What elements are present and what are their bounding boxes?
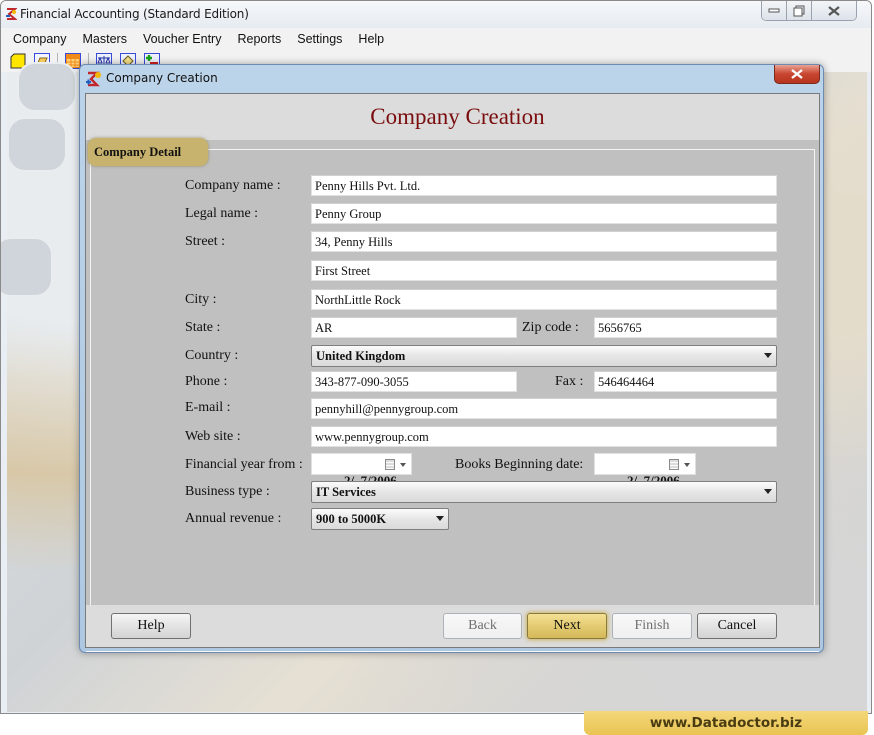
dialog-titlebar: Company Creation — [80, 65, 823, 93]
street-line1-input[interactable]: 34, Penny Hills — [311, 231, 777, 252]
business-type-label: Business type : — [185, 484, 270, 499]
street-label: Street : — [185, 234, 226, 249]
state-label: State : — [185, 320, 221, 335]
background-decoration — [1, 237, 53, 297]
fax-input[interactable]: 546464464 — [594, 371, 777, 392]
city-label: City : — [185, 292, 217, 307]
back-button[interactable]: Back — [443, 613, 522, 639]
menu-settings[interactable]: Settings — [289, 32, 350, 46]
background-decoration — [7, 117, 67, 172]
menu-voucher-entry[interactable]: Voucher Entry — [135, 32, 230, 46]
business-type-select[interactable]: IT Services — [311, 481, 777, 503]
company-detail-panel: Company Detail Company name : Penny Hill… — [86, 138, 819, 652]
page-heading: Company Creation — [370, 104, 545, 129]
website-label: Web site : — [185, 429, 241, 444]
finish-button[interactable]: Finish — [612, 613, 692, 639]
company-creation-icon — [86, 71, 101, 87]
chevron-down-icon — [684, 463, 690, 467]
fax-label: Fax : — [555, 374, 584, 389]
dialog-close-button[interactable] — [774, 65, 820, 84]
website-input[interactable]: www.pennygroup.com — [311, 426, 777, 447]
background-decoration — [17, 62, 77, 112]
books-beginning-date-picker[interactable]: 2/ 7/2006 — [594, 453, 696, 488]
menu-reports[interactable]: Reports — [229, 32, 289, 46]
app-logo-icon — [6, 8, 17, 20]
chevron-down-icon — [764, 353, 772, 358]
country-label: Country : — [185, 348, 239, 363]
company-name-input[interactable]: Penny Hills Pvt. Ltd. — [311, 175, 777, 196]
brand-banner: www.Datadoctor.biz — [584, 711, 868, 735]
calendar-icon — [669, 459, 679, 470]
menu-help[interactable]: Help — [350, 32, 392, 46]
minimize-icon — [768, 8, 780, 12]
annual-revenue-select[interactable]: 900 to 5000K — [311, 508, 449, 530]
close-window-button[interactable] — [812, 1, 856, 20]
menu-masters[interactable]: Masters — [75, 32, 135, 46]
menu-company[interactable]: Company — [5, 32, 75, 46]
chevron-down-icon — [764, 489, 772, 494]
financial-year-date-picker[interactable]: 2/ 7/2006 — [311, 453, 412, 488]
books-beginning-label: Books Beginning date: — [455, 457, 584, 472]
help-button[interactable]: Help — [111, 613, 191, 639]
state-input[interactable]: AR — [311, 317, 517, 338]
phone-label: Phone : — [185, 374, 228, 389]
app-titlebar: Financial Accounting (Standard Edition) — [1, 1, 871, 28]
dialog-title: Company Creation — [106, 71, 218, 85]
close-icon — [828, 5, 840, 16]
dialog-body: Company Creation Company Detail Company … — [85, 93, 820, 652]
zip-code-label: Zip code : — [522, 320, 579, 335]
minimize-button[interactable] — [762, 1, 787, 20]
restore-icon — [793, 5, 805, 16]
company-creation-dialog: Company Creation Company Creation Compan… — [79, 64, 824, 653]
phone-input[interactable]: 343-877-090-3055 — [311, 371, 517, 392]
company-name-label: Company name : — [185, 178, 281, 193]
email-label: E-mail : — [185, 400, 231, 415]
cancel-button[interactable]: Cancel — [697, 613, 777, 639]
city-input[interactable]: NorthLittle Rock — [311, 289, 777, 310]
calendar-icon — [385, 459, 395, 470]
legal-name-label: Legal name : — [185, 206, 259, 221]
annual-revenue-label: Annual revenue : — [185, 511, 282, 526]
financial-year-label: Financial year from : — [185, 457, 303, 472]
email-input[interactable]: pennyhill@pennygroup.com — [311, 398, 777, 419]
chevron-down-icon — [436, 516, 444, 521]
country-value: United Kingdom — [316, 349, 406, 363]
app-title: Financial Accounting (Standard Edition) — [20, 7, 249, 21]
chevron-down-icon — [400, 463, 406, 467]
restore-button[interactable] — [787, 1, 812, 20]
menu-bar: Company Masters Voucher Entry Reports Se… — [1, 28, 871, 50]
window-controls — [761, 1, 857, 21]
country-select[interactable]: United Kingdom — [311, 345, 777, 367]
group-label: Company Detail — [88, 138, 208, 166]
legal-name-input[interactable]: Penny Group — [311, 203, 777, 224]
close-icon — [791, 69, 803, 79]
annual-revenue-value: 900 to 5000K — [316, 512, 387, 526]
business-type-value: IT Services — [316, 485, 376, 499]
panel-divider — [86, 651, 819, 653]
street-line2-input[interactable]: First Street — [311, 260, 777, 281]
zip-code-input[interactable]: 5656765 — [594, 317, 777, 338]
next-button[interactable]: Next — [527, 613, 607, 639]
